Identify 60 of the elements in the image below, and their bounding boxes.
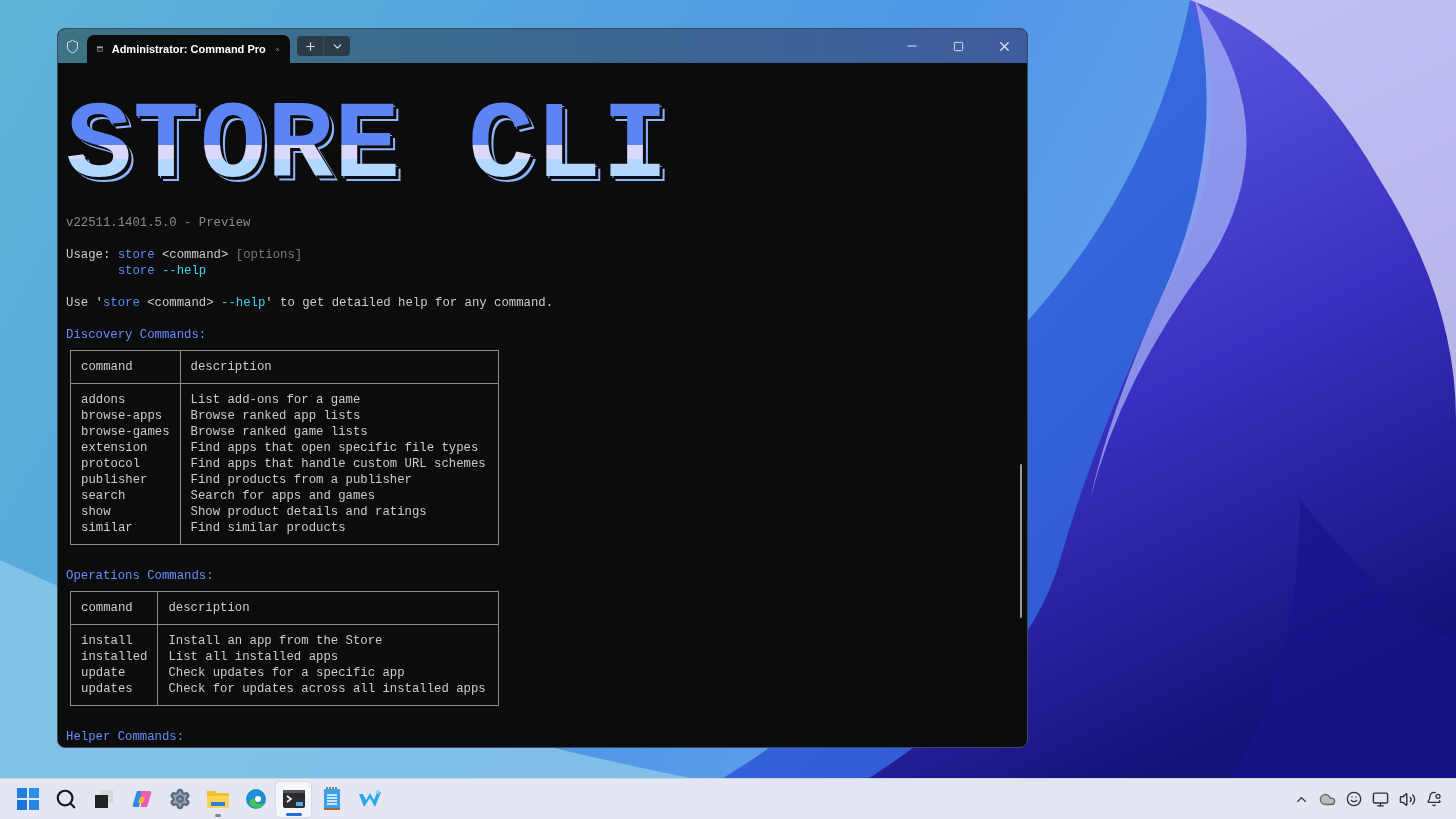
table-cell: extension [70, 440, 181, 456]
table-cell: List add-ons for a game [180, 383, 499, 408]
table-cell: Find products from a publisher [180, 472, 499, 488]
table-cell: update [70, 665, 158, 681]
tab-title: Administrator: Command Pro [111, 41, 266, 57]
search-icon [54, 788, 77, 810]
folder-icon [205, 788, 230, 810]
table-cell: similar [70, 520, 181, 545]
help-hint: Use 'store <command> --help' to get detailed help for any command. [66, 295, 554, 311]
section-heading: Helper Commands: [66, 729, 185, 745]
column-header: command [70, 591, 158, 625]
terminal-tab[interactable]: Administrator: Command Pro [87, 35, 290, 63]
notepad-icon [321, 787, 342, 811]
section-heading: Discovery Commands: [66, 327, 207, 343]
taskbar-button[interactable] [275, 780, 312, 818]
column-header: command [70, 350, 181, 384]
table-cell: Find similar products [180, 520, 499, 545]
bell-icon[interactable] [1426, 791, 1442, 807]
running-indicator [285, 812, 302, 816]
terminal-icon [97, 43, 103, 55]
table-cell: Check for updates across all installed apps [157, 681, 499, 706]
column-header: description [157, 591, 499, 625]
shield-icon [65, 38, 80, 54]
table-cell: Check updates for a specific app [157, 665, 499, 681]
terminal-icon [281, 788, 306, 810]
table-cell: Show product details and ratings [180, 504, 499, 520]
running-indicator [214, 813, 221, 817]
usage-line: Usage: store <command> [options] [66, 247, 303, 263]
table-cell: updates [70, 681, 158, 706]
table-cell: search [70, 488, 181, 504]
table-cell: Browse ranked game lists [180, 424, 499, 440]
table-cell: Find apps that open specific file types [180, 440, 499, 456]
section-heading: Operations Commands: [66, 568, 214, 584]
table-cell: install [70, 624, 158, 649]
table-cell: publisher [70, 472, 181, 488]
table-cell: addons [70, 383, 181, 408]
writer-app-icon [357, 789, 382, 809]
maximize-icon [952, 40, 964, 52]
table-cell: protocol [70, 456, 181, 472]
table-cell: Browse ranked app lists [180, 408, 499, 424]
browser-icon [244, 788, 267, 810]
column-header: description [180, 350, 499, 384]
settings-icon [168, 788, 191, 810]
table-cell: browse-apps [70, 408, 181, 424]
monitor-icon[interactable] [1372, 790, 1389, 808]
windows-logo-icon [16, 788, 39, 810]
usage-line: store --help [117, 263, 207, 279]
version-text: v22511.1401.5.0 - Preview [66, 215, 251, 231]
task-view-icon [92, 788, 115, 810]
table-cell: browse-games [70, 424, 181, 440]
plus-icon [303, 39, 317, 53]
copilot-icon [130, 788, 153, 810]
table-cell: List all installed apps [157, 649, 499, 665]
table-cell: installed [70, 649, 158, 665]
table-cell: Install an app from the Store [157, 624, 499, 649]
table-cell: Find apps that handle custom URL schemes [180, 456, 499, 472]
table-cell: Search for apps and games [180, 488, 499, 504]
volume-icon[interactable] [1399, 790, 1416, 808]
emoji-icon[interactable] [1346, 791, 1362, 807]
table-cell: show [70, 504, 181, 520]
